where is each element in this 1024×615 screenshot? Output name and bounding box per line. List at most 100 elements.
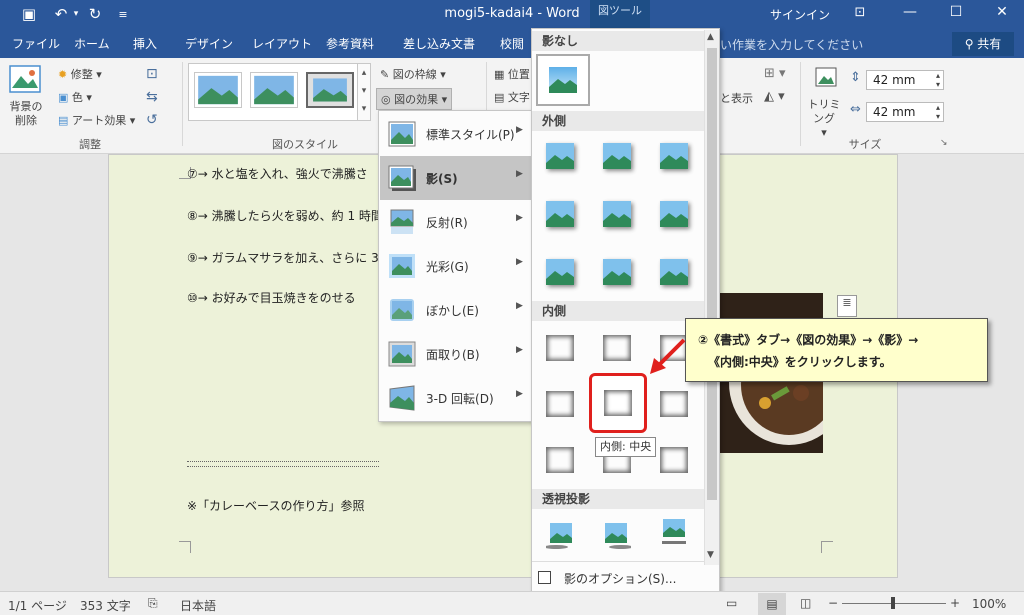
tab-references[interactable]: 参考資料 [326,30,374,58]
shadow-outer-6[interactable] [660,201,688,227]
crop-mark [179,541,191,553]
menu-item-3d-rotation[interactable]: 3-D 回転(D) ▶ [380,376,532,420]
language-indicator[interactable]: 日本語 [180,597,216,614]
height-spinner[interactable]: 42 mm ▴ ▾ [866,70,944,90]
shadow-inner-center[interactable] [604,390,632,416]
print-layout-icon[interactable]: ▤ [758,593,786,615]
doc-line-7: ⑦→ 水と塩を入れ、強火で沸騰さ [187,167,368,181]
shadow-outer-8[interactable] [603,259,631,285]
menu-item-glow[interactable]: 光彩(G) ▶ [380,244,532,288]
scroll-up-icon[interactable]: ▲ [707,32,714,42]
minimize-button[interactable]: — [892,0,928,24]
menu-item-bevel[interactable]: 面取り(B) ▶ [380,332,532,376]
position-button[interactable]: ▦ 位置 [494,66,530,82]
dialog-launcher-icon[interactable]: ↘ [940,138,948,148]
shadow-outer-3[interactable] [660,143,688,169]
tab-review[interactable]: 校閲 [500,30,524,58]
shadow-option-none[interactable] [536,54,590,106]
gallery-scrollbar[interactable]: ▲ ▼ [704,30,719,565]
proofing-icon[interactable]: ⎘ [148,596,158,611]
picture-style-3[interactable] [306,72,354,108]
shadow-inner-1[interactable] [546,335,574,361]
save-icon[interactable]: ▣ [18,3,40,25]
read-mode-icon[interactable]: ▭ [726,596,737,610]
remove-background-icon[interactable] [8,64,42,94]
shadow-outer-7[interactable] [546,259,574,285]
rotate-icon[interactable]: ◭ ▾ [764,89,785,104]
color-button[interactable]: ▣ 色 ▾ [58,89,92,105]
compress-pictures-icon[interactable]: ⊡ [146,66,158,82]
shadow-perspective-1[interactable] [546,523,574,549]
tab-home[interactable]: ホーム [74,30,110,58]
tab-layout[interactable]: レイアウト [252,30,312,58]
web-layout-icon[interactable]: ◫ [800,596,811,610]
picture-border-button[interactable]: ✎ 図の枠線 ▾ [380,66,446,82]
layout-options-icon[interactable]: ≣ [837,295,857,317]
menu-item-preset[interactable]: 標準スタイル(P) ▶ [380,112,532,156]
menu-item-glow-label: 光彩(G) [426,260,469,274]
zoom-out-icon[interactable]: − [828,596,838,610]
tab-insert[interactable]: 挿入 [133,30,157,58]
shadow-outer-9[interactable] [660,259,688,285]
ribbon-display-options-icon[interactable]: ⊡ [842,0,878,24]
3d-rotation-icon [388,385,416,411]
zoom-level[interactable]: 100% [972,597,1006,611]
undo-dropdown-icon[interactable]: ▾ [70,3,82,25]
shadow-outer-1[interactable] [546,143,574,169]
shadow-inner-9[interactable] [660,447,688,473]
scroll-thumb[interactable] [707,48,717,500]
shadow-options-button[interactable]: 影のオプション(S)... [532,567,704,591]
shadow-inner-2[interactable] [603,335,631,361]
tab-file[interactable]: ファイル [12,30,60,58]
width-spinner[interactable]: 42 mm ▴ ▾ [866,102,944,122]
picture-effects-button[interactable]: ◎ 図の効果 ▾ [376,88,453,110]
tell-me-search[interactable]: い作業を入力してください [720,36,863,53]
corrections-button[interactable]: ✹ 修整 ▾ [58,66,102,82]
selection-pane-label[interactable]: と表示 [720,90,753,106]
shadow-outer-4[interactable] [546,201,574,227]
shadow-perspective-2[interactable] [603,523,631,549]
change-picture-icon[interactable]: ⇆ [146,89,158,105]
restore-button[interactable]: ☐ [938,0,974,24]
shadow-outer-2[interactable] [603,143,631,169]
shadow-outer-5[interactable] [603,201,631,227]
menu-item-soft-edges[interactable]: ぼかし(E) ▶ [380,288,532,332]
person-icon: ⚲ [964,37,978,51]
sign-in-link[interactable]: サインイン [770,6,830,23]
artistic-effects-button[interactable]: ▤ アート効果 ▾ [58,112,135,128]
word-count[interactable]: 353 文字 [80,597,131,614]
wrap-text-button[interactable]: ▤ 文字 [494,89,530,105]
tab-mailings[interactable]: 差し込み文書 [403,30,475,58]
crop-icon[interactable] [812,64,840,92]
shadow-inner-center-highlight[interactable] [589,373,647,433]
zoom-slider-thumb[interactable] [891,597,895,609]
menu-item-reflection[interactable]: 反射(R) ▶ [380,200,532,244]
styles-gallery-scroll[interactable]: ▴ ▾ ▾ [357,63,371,121]
reset-picture-icon[interactable]: ↺ [146,112,158,128]
picture-style-2[interactable] [250,72,298,108]
align-icon[interactable]: ⊞ ▾ [764,66,786,81]
undo-icon[interactable]: ↶ [50,3,72,25]
shadow-inner-6[interactable] [660,391,688,417]
shadow-inner-7[interactable] [546,447,574,473]
share-button[interactable]: ⚲ 共有 [952,32,1014,56]
customize-quick-access-icon[interactable]: ≡ [112,3,134,25]
picture-style-1[interactable] [194,72,242,108]
picture-border-icon: ✎ [380,68,393,81]
picture-tools-context-tab: 図ツール [590,0,650,30]
tab-design[interactable]: デザイン [185,30,233,58]
redo-icon[interactable]: ↻ [84,3,106,25]
spinner-arrows-icon[interactable]: ▴ ▾ [936,71,940,89]
remove-background-button[interactable]: 背景の 削除 [8,100,44,128]
menu-item-shadow[interactable]: 影(S) ▶ [380,156,532,200]
height-value: 42 mm [873,73,916,87]
page-count[interactable]: 1/1 ページ [8,597,67,614]
shadow-inner-4[interactable] [546,391,574,417]
shadow-perspective-3[interactable] [660,519,688,545]
crop-button[interactable]: トリミング ▾ [804,98,844,140]
scroll-down-icon[interactable]: ▼ [707,550,714,560]
spinner-arrows-icon[interactable]: ▴ ▾ [936,103,940,121]
picture-effects-label: 図の効果 [394,93,439,106]
close-button[interactable]: ✕ [984,0,1020,24]
zoom-in-icon[interactable]: + [950,596,960,610]
